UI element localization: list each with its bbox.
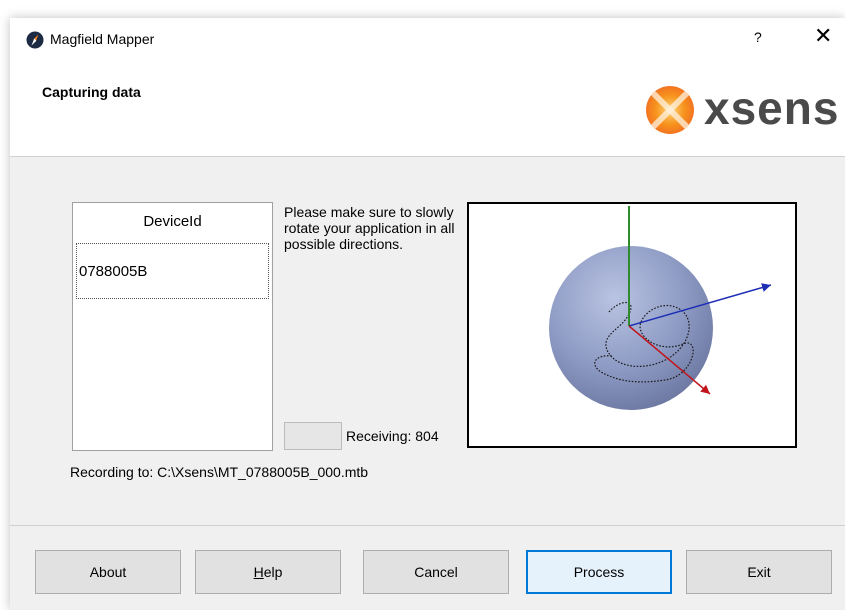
title-bar: Magfield Mapper ? ✕ [10, 18, 845, 62]
help-button[interactable]: Help [195, 550, 341, 594]
receiving-indicator [284, 422, 342, 450]
brand: xsens [640, 82, 845, 137]
process-button[interactable]: Process [526, 550, 672, 594]
device-table[interactable]: DeviceId 0788005B [72, 202, 273, 451]
recording-path: Recording to: C:\Xsens\MT_0788005B_000.m… [70, 464, 369, 480]
help-label: elp [263, 564, 283, 580]
exit-button[interactable]: Exit [686, 550, 832, 594]
device-column-header: DeviceId [143, 212, 202, 230]
xsens-logo-icon [646, 86, 694, 134]
help-mnemonic: H [253, 564, 264, 580]
cancel-button[interactable]: Cancel [363, 550, 509, 594]
wizard-header: Capturing data xsens [10, 62, 845, 157]
receiving-count: Receiving: 804 [346, 428, 439, 444]
sphere-visualization [549, 206, 772, 410]
3d-viewport[interactable] [467, 202, 797, 448]
brand-wordmark: xsens [704, 82, 840, 134]
compass-icon [26, 31, 44, 49]
instructions-text: Please make sure to slowly rotate your a… [284, 204, 455, 252]
window-title: Magfield Mapper [50, 31, 155, 47]
close-icon[interactable]: ✕ [814, 25, 832, 47]
device-row[interactable]: 0788005B [76, 243, 269, 299]
about-button[interactable]: About [35, 550, 181, 594]
step-title: Capturing data [42, 84, 141, 100]
help-icon[interactable]: ? [754, 29, 762, 45]
dialog-window: Magfield Mapper ? ✕ Capturing data xsens [10, 18, 845, 610]
footer-divider [10, 525, 845, 526]
